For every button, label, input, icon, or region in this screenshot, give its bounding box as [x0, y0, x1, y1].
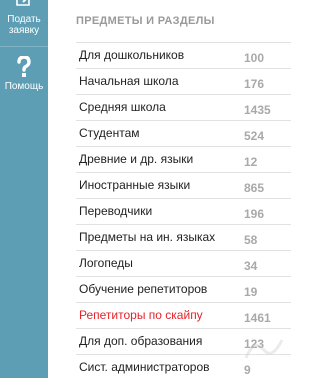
tutor-count: 1461	[244, 311, 271, 325]
list-item[interactable]: Средняя школа 1435	[76, 94, 291, 120]
subject-link[interactable]: Репетиторы по скайпу	[79, 308, 203, 322]
tutor-count: 19	[244, 285, 258, 299]
subject-link[interactable]: Логопеды	[79, 256, 133, 270]
subject-link[interactable]: Для дошкольников	[79, 48, 184, 62]
help-button[interactable]: Помощь	[0, 54, 48, 94]
tutor-count: 100	[244, 51, 265, 65]
list-item[interactable]: Обучение репетиторов 19	[76, 276, 291, 302]
question-icon	[17, 56, 31, 77]
list-item[interactable]: Студентам 524	[76, 120, 291, 146]
submit-request-label-line1: Подать	[7, 14, 41, 25]
submit-request-button[interactable]: Подать заявку	[0, 0, 48, 44]
subject-link[interactable]: Предметы на ин. языках	[79, 230, 215, 244]
list-item[interactable]: Древние и др. языки 12	[76, 146, 291, 172]
list-item[interactable]: Переводчики 196	[76, 198, 291, 224]
submit-request-label-line2: заявку	[8, 25, 40, 36]
subjects-panel: ПРЕДМЕТЫ И РАЗДЕЛЫ Для дошкольников 100 На…	[48, 0, 291, 378]
subject-link[interactable]: Начальная школа	[79, 74, 179, 88]
section-heading: ПРЕДМЕТЫ И РАЗДЕЛЫ	[76, 15, 215, 27]
subject-link[interactable]: Средняя школа	[79, 100, 166, 114]
watermark-logo	[244, 339, 284, 359]
list-item[interactable]: Для дошкольников 100	[76, 42, 291, 68]
subject-link[interactable]: Переводчики	[79, 204, 152, 218]
list-item[interactable]: Репетиторы по скайпу 1461	[76, 302, 291, 328]
subjects-list: Для дошкольников 100 Начальная школа 176 Сре…	[76, 42, 291, 380]
help-label: Помощь	[4, 81, 44, 92]
tutor-count: 196	[244, 207, 265, 221]
tutor-count: 12	[244, 155, 258, 169]
sidebar-divider	[0, 46, 48, 47]
list-item[interactable]: Логопеды 34	[76, 250, 291, 276]
pencil-edit-icon	[16, 0, 30, 6]
tutor-count: 34	[244, 259, 258, 273]
subject-link[interactable]: Студентам	[79, 126, 140, 140]
sidebar: Подать заявку Помощь	[0, 0, 48, 378]
tutor-count: 9	[244, 363, 251, 377]
subject-link[interactable]: Сист. администраторов	[79, 360, 210, 374]
subject-link[interactable]: Древние и др. языки	[79, 152, 193, 166]
tutor-count: 524	[244, 129, 265, 143]
list-item[interactable]: Иностранные языки 865	[76, 172, 291, 198]
subject-link[interactable]: Иностранные языки	[79, 178, 190, 192]
list-item[interactable]: Начальная школа 176	[76, 68, 291, 94]
tutor-count: 58	[244, 233, 258, 247]
tutor-count: 865	[244, 181, 265, 195]
tutor-count: 176	[244, 77, 265, 91]
subject-link[interactable]: Обучение репетиторов	[79, 282, 207, 296]
subject-link[interactable]: Для доп. образования	[79, 334, 202, 348]
tutor-count: 1435	[244, 103, 271, 117]
list-item[interactable]: Предметы на ин. языках 58	[76, 224, 291, 250]
